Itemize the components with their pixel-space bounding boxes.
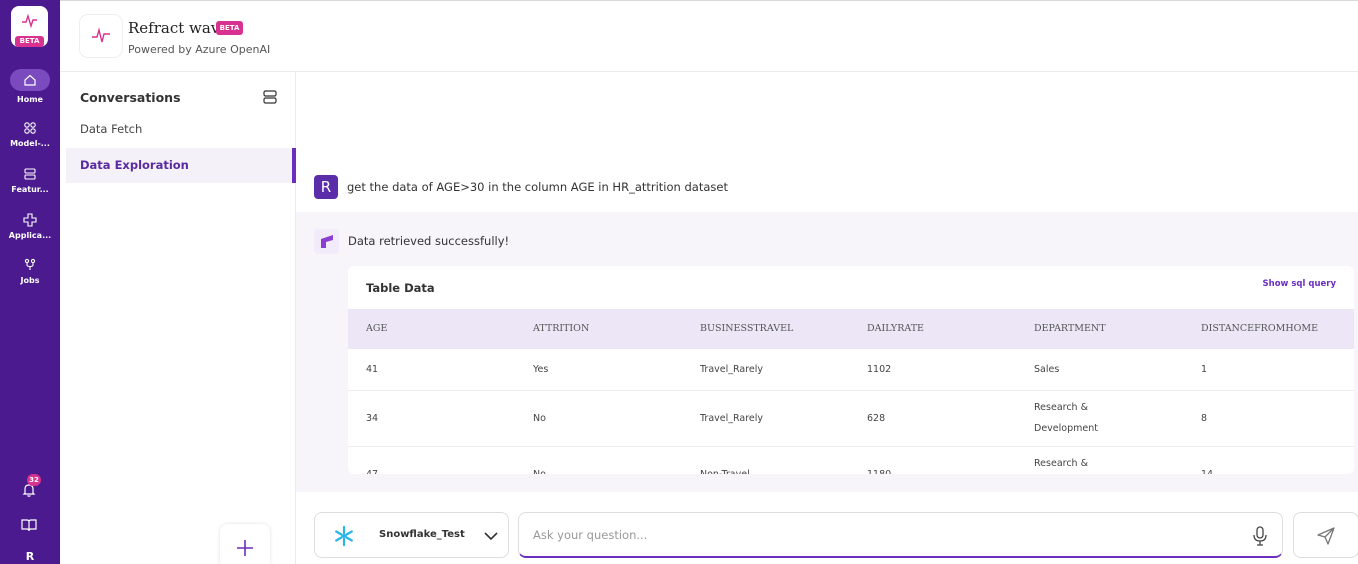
table-header-cell[interactable]: BUSINESSTRAVEL	[700, 323, 793, 334]
nav-features[interactable]: Featur...	[0, 167, 60, 194]
new-conversation-button[interactable]	[220, 524, 270, 564]
table-header-cell[interactable]: ATTRITION	[533, 323, 589, 334]
microphone-icon[interactable]	[1252, 526, 1268, 546]
question-input[interactable]	[533, 525, 1223, 545]
wave-icon	[22, 14, 37, 28]
table-row: 47 No Non-Travel 1180 Research & 14	[348, 447, 1354, 474]
nav-applications[interactable]: Applica...	[0, 213, 60, 240]
table-cell: No	[533, 464, 546, 474]
table-cell: 1180	[867, 464, 891, 474]
table-header-cell[interactable]: AGE	[366, 323, 387, 334]
datasource-label: Snowflake_Test	[379, 529, 465, 540]
table-cell: 8	[1201, 413, 1208, 424]
jobs-icon	[24, 258, 36, 270]
conversations-title: Conversations	[80, 90, 181, 105]
app-logo[interactable]: BETA	[11, 6, 48, 47]
conversation-item-data-fetch[interactable]: Data Fetch	[66, 112, 296, 147]
left-nav-rail: BETA Home Model-... Featur... Applica...…	[0, 0, 60, 564]
bot-avatar	[314, 229, 339, 254]
refract-logo-icon	[321, 235, 333, 248]
table-cell: Research &	[1034, 458, 1089, 469]
conversations-panel: Conversations Data Fetch Data Exploratio…	[60, 72, 296, 564]
table-cell: 41	[366, 364, 379, 375]
nav-applications-label: Applica...	[8, 231, 52, 240]
book-icon[interactable]	[21, 518, 37, 532]
table-cell: 1102	[867, 364, 892, 375]
table-cell: Research & Development	[1034, 402, 1098, 434]
app-title: Refract wave	[128, 19, 229, 37]
table-cell: Sales	[1034, 364, 1060, 375]
nav-model-label: Model-...	[10, 139, 50, 148]
table-header-cell[interactable]: DISTANCEFROMHOME	[1201, 323, 1318, 334]
logo-beta-badge: BETA	[15, 36, 44, 47]
send-button[interactable]	[1293, 512, 1358, 558]
nav-home-label: Home	[17, 95, 43, 104]
model-icon	[24, 122, 36, 134]
header-logo	[80, 15, 122, 57]
plus-icon	[237, 540, 253, 556]
table-cell: Yes	[533, 364, 549, 375]
table-cell: 47	[366, 464, 378, 474]
table-row: 41 Yes Travel_Rarely 1102 Sales 1	[348, 349, 1354, 391]
conversation-item-data-exploration[interactable]: Data Exploration	[66, 148, 296, 183]
table-data-card: Table Data Show sql query AGE ATTRITION …	[348, 266, 1354, 474]
table-cell: Non-Travel	[700, 464, 750, 474]
table-cell: 628	[867, 413, 886, 424]
chevron-down-icon	[484, 532, 498, 541]
table-cell: 14	[1201, 464, 1213, 474]
nav-features-label: Featur...	[11, 185, 49, 194]
nav-model[interactable]: Model-...	[0, 121, 60, 148]
bot-message-text: Data retrieved successfully!	[348, 234, 510, 248]
bot-response: Data retrieved successfully! Table Data …	[296, 212, 1358, 492]
table-header-cell[interactable]: DAILYRATE	[867, 323, 924, 334]
user-message-avatar: R	[314, 175, 338, 199]
title-beta-badge: BETA	[216, 21, 243, 35]
app-root: BETA Home Model-... Featur... Applica...…	[0, 0, 1358, 564]
panel-toggle-icon[interactable]	[262, 89, 278, 105]
show-sql-query-link[interactable]: Show sql query	[1263, 279, 1336, 289]
feature-icon	[24, 168, 36, 180]
nav-home[interactable]: Home	[0, 69, 60, 104]
table-header-cell[interactable]: DEPARTMENT	[1034, 323, 1106, 334]
user-message-text: get the data of AGE>30 in the column AGE…	[347, 180, 728, 194]
send-icon	[1317, 527, 1335, 545]
app-subtitle: Powered by Azure OpenAI	[128, 43, 271, 56]
chat-input-bar: Snowflake_Test	[296, 492, 1358, 564]
table-cell: No	[533, 413, 546, 424]
wave-icon	[92, 27, 110, 43]
nav-home-pill	[10, 69, 50, 91]
user-avatar[interactable]: R	[0, 550, 60, 563]
table-cell: 34	[366, 413, 379, 424]
datasource-select[interactable]: Snowflake_Test	[314, 512, 509, 558]
table-cell: Travel_Rarely	[700, 364, 764, 375]
app-header: Refract wave BETA Powered by Azure OpenA…	[60, 0, 1358, 72]
nav-jobs[interactable]: Jobs	[0, 258, 60, 285]
nav-jobs-label: Jobs	[20, 276, 40, 285]
table-title: Table Data	[366, 281, 435, 295]
table-header-row: AGE ATTRITION BUSINESSTRAVEL DAILYRATE D…	[348, 309, 1354, 349]
table-cell: Travel_Rarely	[700, 413, 764, 424]
snowflake-icon	[335, 525, 353, 547]
notification-count-badge: 32	[27, 474, 41, 486]
applications-icon	[23, 213, 37, 227]
chat-area: R get the data of AGE>30 in the column A…	[296, 72, 1358, 564]
home-icon	[24, 74, 36, 86]
table-row: 34 No Travel_Rarely 628 Research & Devel…	[348, 391, 1354, 447]
table-cell: 1	[1201, 364, 1208, 375]
question-field[interactable]	[518, 512, 1283, 558]
